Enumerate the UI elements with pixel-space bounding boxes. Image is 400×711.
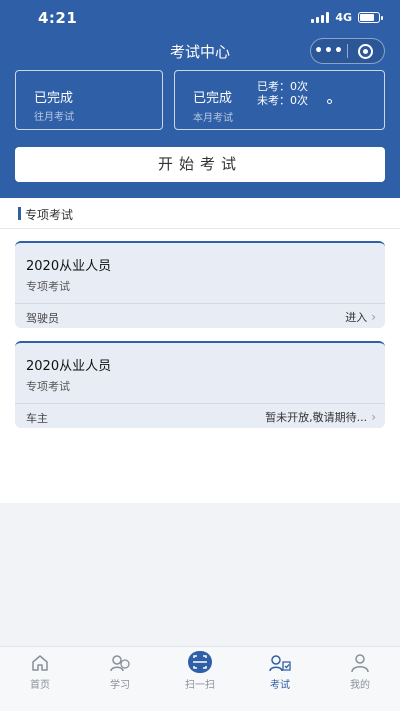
exam-list: 2020从业人员 专项考试 驾驶员 进入 › 2020从业人员 专项考试 车主 … <box>0 229 400 503</box>
exam-card[interactable]: 2020从业人员 专项考试 驾驶员 进入 › <box>15 241 385 328</box>
more-menu-button[interactable]: ••• <box>311 38 347 64</box>
bottom-tab-bar: 首页 学习 扫一扫 考试 我的 <box>0 646 400 711</box>
this-month-exams-card[interactable]: 已完成 本月考试 已考：0次 未考：0次 <box>174 70 385 130</box>
network-type: 4G <box>335 11 352 24</box>
exam-role: 车主 <box>26 412 48 425</box>
scan-icon <box>188 651 212 673</box>
status-indicators: 4G <box>311 11 383 24</box>
exam-icon <box>269 655 291 672</box>
indicator-dot-icon <box>327 99 332 104</box>
current-label: 本月考试 <box>193 113 233 124</box>
signal-icon <box>311 12 330 23</box>
tab-label: 学习 <box>110 680 130 691</box>
enter-exam-link[interactable]: 进入 › <box>345 309 376 325</box>
start-exam-button[interactable]: 开始考试 <box>15 147 385 182</box>
exam-action-label: 进入 <box>345 311 368 324</box>
exam-type: 专项考试 <box>26 280 70 293</box>
past-status: 已完成 <box>34 91 74 106</box>
section-marker <box>18 207 21 220</box>
tab-study[interactable]: 学习 <box>80 647 160 711</box>
chevron-right-icon: › <box>371 410 376 424</box>
exam-card[interactable]: 2020从业人员 专项考试 车主 暂未开放,敬请期待... › <box>15 341 385 428</box>
chevron-right-icon: › <box>371 310 376 324</box>
tab-exam[interactable]: 考试 <box>240 647 320 711</box>
miniprogram-capsule: ••• <box>310 38 385 64</box>
past-label: 往月考试 <box>34 112 74 123</box>
study-icon <box>110 655 130 672</box>
close-miniprogram-button[interactable] <box>348 43 384 59</box>
exam-type: 专项考试 <box>26 380 70 393</box>
home-icon <box>32 655 48 671</box>
target-icon <box>358 43 374 59</box>
taken-count: 已考：0次 <box>257 80 308 93</box>
profile-icon <box>351 654 369 673</box>
status-time: 4:21 <box>38 9 78 27</box>
tab-profile[interactable]: 我的 <box>320 647 400 711</box>
header: 4:21 4G 考试中心 ••• 已完成 往月考试 已完成 本月考试 已考：0次… <box>0 0 400 198</box>
section-title: 专项考试 <box>25 208 74 222</box>
card-divider <box>15 303 385 304</box>
current-status: 已完成 <box>193 91 233 106</box>
exam-unavailable-link[interactable]: 暂未开放,敬请期待... › <box>265 409 376 425</box>
past-month-exams-card[interactable]: 已完成 往月考试 <box>15 70 163 130</box>
exam-title: 2020从业人员 <box>26 259 112 274</box>
exam-counts: 已考：0次 未考：0次 <box>257 80 308 108</box>
battery-icon <box>358 12 383 23</box>
tab-scan[interactable]: 扫一扫 <box>160 647 240 711</box>
tab-label: 考试 <box>270 680 290 691</box>
status-bar: 4:21 4G <box>0 0 400 34</box>
card-divider <box>15 403 385 404</box>
exam-title: 2020从业人员 <box>26 359 112 374</box>
exam-role: 驾驶员 <box>26 312 59 325</box>
untaken-count: 未考：0次 <box>257 94 308 107</box>
tab-label: 扫一扫 <box>185 680 215 691</box>
tab-label: 我的 <box>350 680 370 691</box>
tab-home[interactable]: 首页 <box>0 647 80 711</box>
exam-action-label: 暂未开放,敬请期待... <box>265 411 368 424</box>
tab-label: 首页 <box>30 680 50 691</box>
section-header: 专项考试 <box>0 198 400 229</box>
